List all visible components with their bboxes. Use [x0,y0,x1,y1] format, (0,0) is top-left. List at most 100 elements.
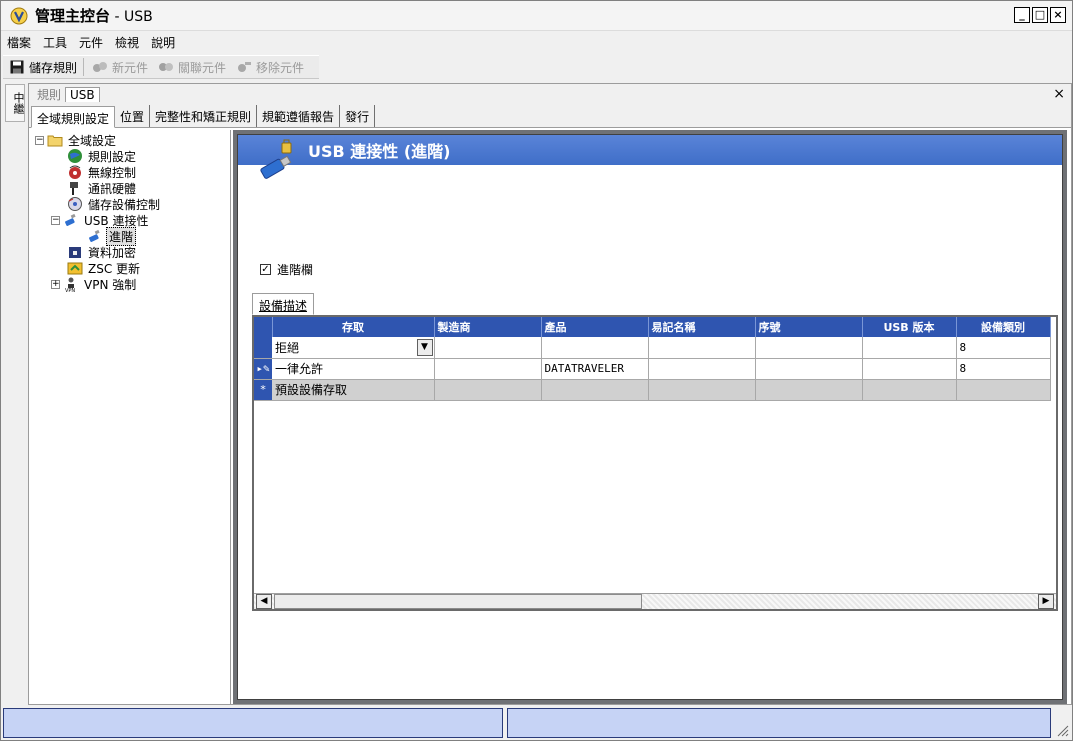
horizontal-scrollbar[interactable]: ◀ ▶ [254,593,1056,609]
maximize-button[interactable]: □ [1032,7,1048,23]
check-icon[interactable]: ✓ [260,264,271,275]
close-document-button[interactable]: × [1053,86,1065,102]
toolbar-separator [83,58,85,76]
minimize-button[interactable]: _ [1014,7,1030,23]
status-pane-right [507,708,1051,738]
table-row[interactable]: 拒絕 ▼ 8 [254,337,1051,359]
access-value: 拒絕 [275,340,300,355]
rule-sub-tabs: 全域規則設定 位置 完整性和矯正規則 規範遵循報告 發行 [29,104,1071,128]
tab-publish[interactable]: 發行 [340,105,376,127]
remove-component-label: 移除元件 [256,60,305,75]
tab-global-rules[interactable]: 全域規則設定 [31,106,116,128]
tab-locations[interactable]: 位置 [115,105,151,127]
tree-label: 規則設定 [88,149,137,164]
column-access[interactable]: 存取 [272,317,435,337]
resize-grip-icon[interactable] [1055,708,1070,740]
collapse-icon[interactable]: − [35,135,44,145]
tab-compliance-report[interactable]: 規範遵循報告 [257,105,341,127]
column-device-class[interactable]: 設備類別 [956,317,1051,337]
scrollbar-thumb[interactable] [274,594,642,609]
title-bar: 管理主控台 - USB _ □ × [1,1,1072,31]
tree-item-global[interactable]: − 全域設定 [31,132,230,148]
tree-label: 全域設定 [68,133,117,148]
tree-item-advanced[interactable]: 進階 [31,226,230,246]
tree-label: VPN 強制 [84,277,137,292]
access-cell[interactable]: 一律允許 [272,358,435,380]
svg-text:VPN: VPN [65,288,75,292]
product-cell[interactable] [541,337,649,359]
tree-item-comm-hardware[interactable]: 通訊硬體 [31,180,230,196]
manufacturer-cell[interactable] [434,337,542,359]
new-row[interactable]: * 預設設備存取 [254,379,1051,401]
tree-item-storage[interactable]: 儲存設備控制 [31,196,230,212]
new-component-icon [92,59,108,75]
link-component-icon [158,59,174,75]
access-dropdown[interactable]: 拒絕 ▼ [272,337,435,359]
column-manufacturer[interactable]: 製造商 [434,317,542,337]
document-tabs: 規則 USB × [29,84,1071,104]
usb-version-cell[interactable] [862,337,957,359]
table-row[interactable]: ▸✎ 一律允許 DATATRAVELER 8 [254,358,1051,380]
advanced-columns-checkbox[interactable]: ✓ 進階欄 [260,261,313,278]
side-strip-tab[interactable]: 中繼 [5,84,25,122]
menu-view[interactable]: 檢視 [115,34,139,51]
menu-components[interactable]: 元件 [79,34,103,51]
chevron-down-icon[interactable]: ▼ [416,338,433,356]
menu-file[interactable]: 檔案 [7,34,31,51]
settings-tree: − 全域設定 規則設定 無線控制 通訊硬體 儲存設備控制 − USB 連接性 進… [31,130,231,704]
usb-advanced-icon [87,228,103,244]
row-marker-editing[interactable]: ▸✎ [254,358,272,380]
product-cell[interactable]: DATATRAVELER [541,358,649,380]
manufacturer-cell[interactable] [434,379,542,401]
collapse-icon[interactable]: − [51,215,60,225]
tree-item-vpn[interactable]: + VPN VPN 強制 [31,276,230,292]
new-row-marker[interactable]: * [254,379,272,401]
scroll-right-icon[interactable]: ▶ [1038,594,1054,609]
friendly-name-cell[interactable] [648,379,756,401]
tree-item-wireless[interactable]: 無線控制 [31,164,230,180]
usb-version-cell[interactable] [862,379,957,401]
device-class-cell[interactable] [956,379,1051,401]
detail-panel-content: USB 連接性 (進階) ✓ 進階欄 設備描述 存取 製造商 產品 易記名稱 序… [237,134,1063,700]
device-class-cell[interactable]: 8 [956,358,1051,380]
column-friendly-name[interactable]: 易記名稱 [648,317,756,337]
save-rules-button[interactable]: 儲存規則 [9,59,77,76]
product-cell[interactable] [541,379,649,401]
link-component-button[interactable]: 關聯元件 [158,59,226,76]
serial-cell[interactable] [755,337,863,359]
tree-label: 無線控制 [88,165,137,180]
tree-item-zsc-update[interactable]: ZSC 更新 [31,260,230,276]
tab-device-description[interactable]: 設備描述 [252,293,315,315]
usb-version-cell[interactable] [862,358,957,380]
row-header-corner [254,317,273,337]
menu-help[interactable]: 說明 [151,34,175,51]
tab-rules[interactable]: 規則 [33,86,65,103]
serial-cell[interactable] [755,379,863,401]
tree-item-encryption[interactable]: 資料加密 [31,244,230,260]
new-component-button[interactable]: 新元件 [92,59,148,76]
friendly-name-cell[interactable] [648,337,756,359]
device-class-cell[interactable]: 8 [956,337,1051,359]
toolbar: 儲存規則 新元件 關聯元件 移除元件 [3,55,319,79]
tree-item-rule-settings[interactable]: 規則設定 [31,148,230,164]
tree-label: ZSC 更新 [88,261,141,276]
panel-title: USB 連接性 (進階) [308,142,451,161]
scroll-left-icon[interactable]: ◀ [256,594,272,609]
column-product[interactable]: 產品 [541,317,649,337]
friendly-name-cell[interactable] [648,358,756,380]
vpn-icon: VPN [63,276,79,292]
column-usb-version[interactable]: USB 版本 [862,317,957,337]
close-window-button[interactable]: × [1050,7,1066,23]
menu-tools[interactable]: 工具 [43,34,67,51]
remove-component-button[interactable]: 移除元件 [236,59,304,76]
access-cell[interactable]: 預設設備存取 [272,379,435,401]
manufacturer-cell[interactable] [434,358,542,380]
row-marker[interactable] [254,337,272,359]
main-window: 管理主控台 - USB _ □ × 檔案 工具 元件 檢視 說明 儲存規則 新元… [0,0,1073,741]
expand-icon[interactable]: + [51,279,60,289]
serial-cell[interactable] [755,358,863,380]
tab-usb[interactable]: USB [65,86,100,102]
column-serial[interactable]: 序號 [755,317,863,337]
tab-integrity-rules[interactable]: 完整性和矯正規則 [150,105,258,127]
detail-panel: USB 連接性 (進階) ✓ 進階欄 設備描述 存取 製造商 產品 易記名稱 序… [233,130,1067,704]
